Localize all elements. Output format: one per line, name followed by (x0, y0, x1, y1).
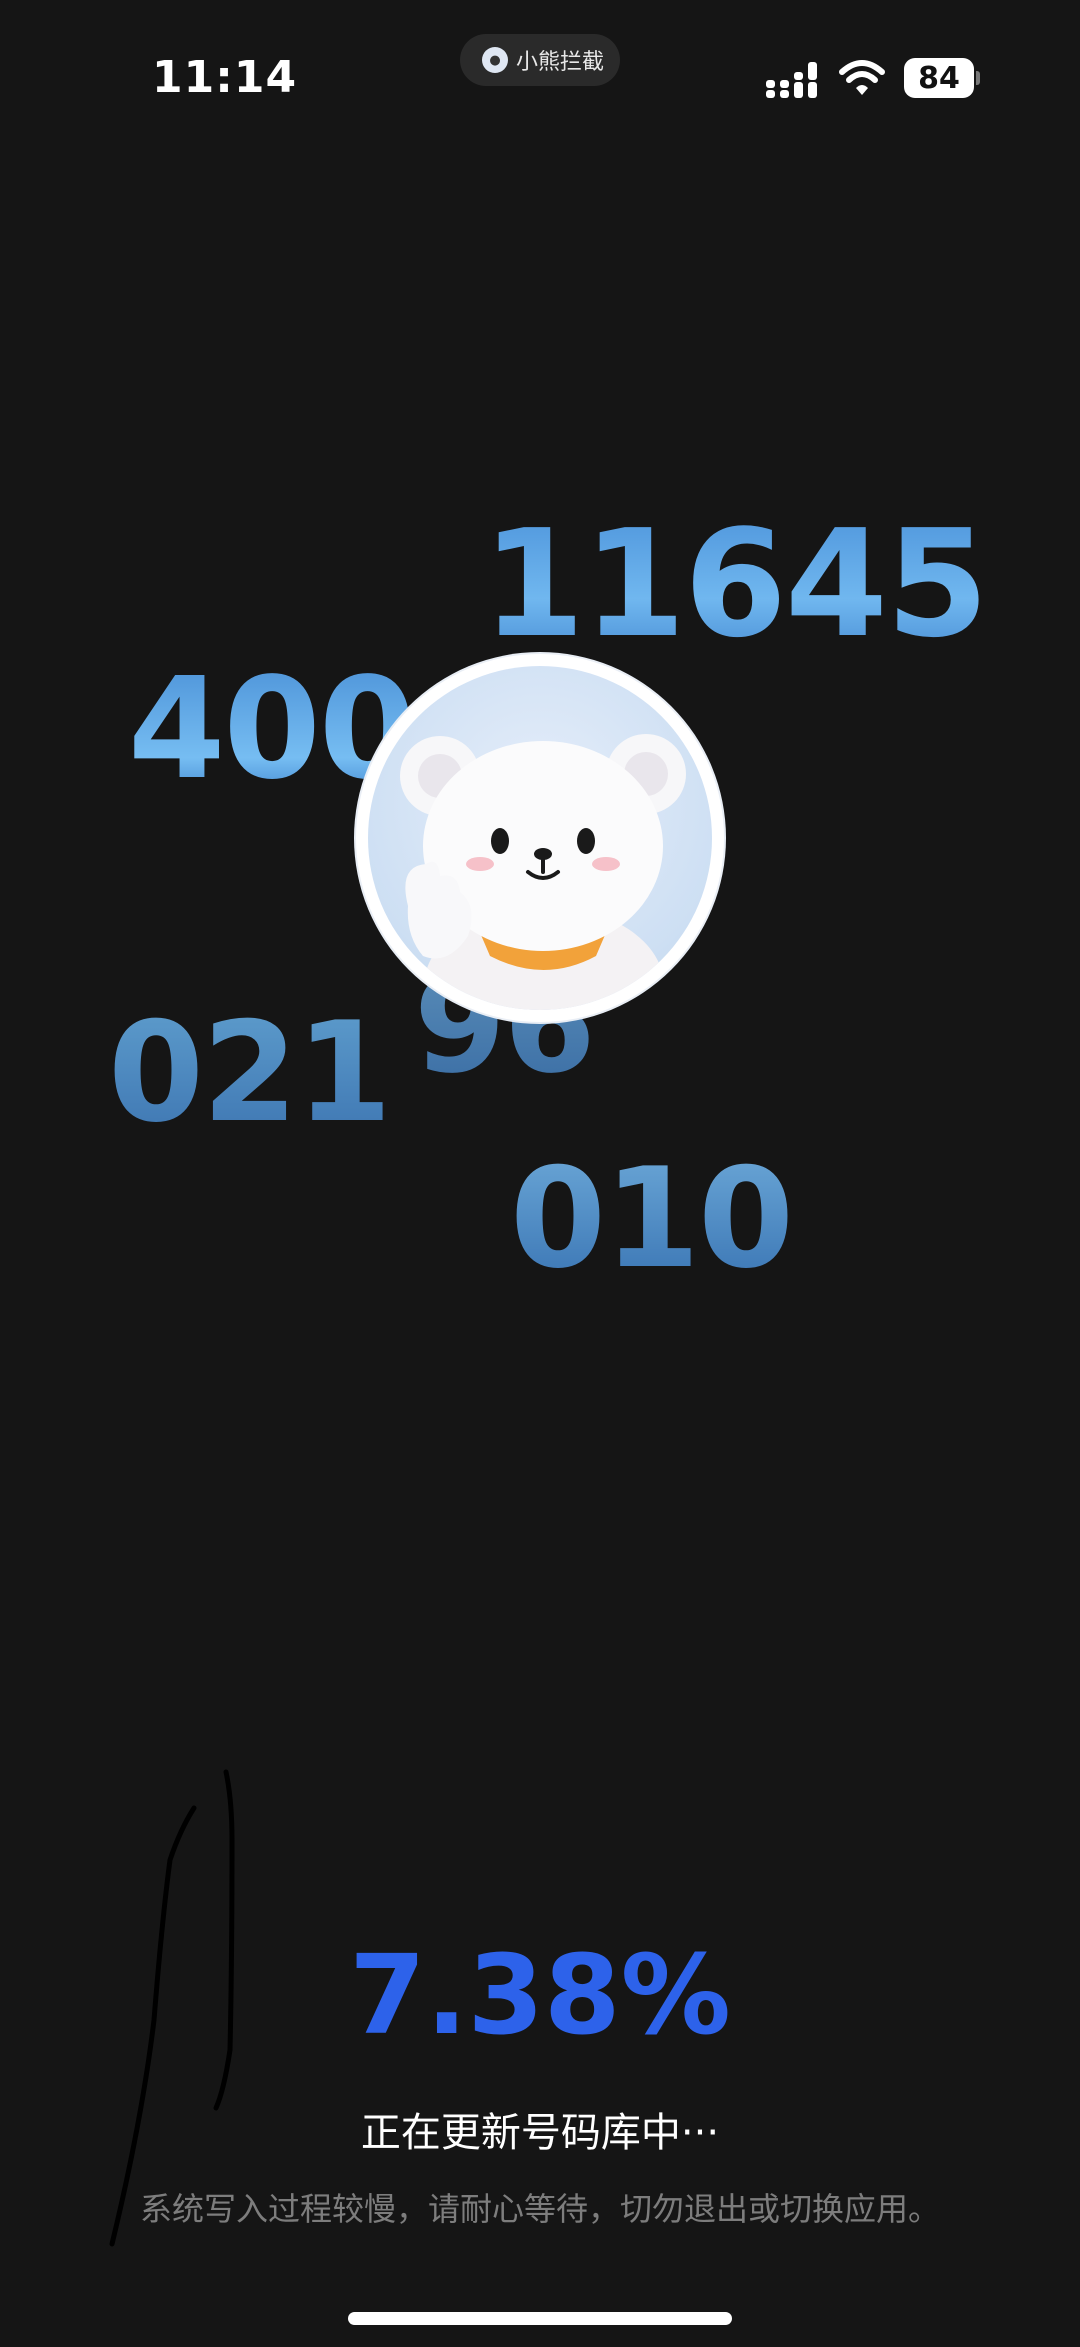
progress-title: 正在更新号码库中··· (360, 2110, 720, 2156)
bear-mascot (400, 734, 686, 1010)
app-indicator-pill[interactable]: ● 小熊拦截 (460, 34, 620, 86)
progress-percent: 7.38% (349, 1931, 731, 2059)
status-time: 11:14 (152, 52, 298, 103)
status-bar: 11:14 ● 小熊拦截 84 (0, 0, 1080, 150)
floating-number: 11645 (482, 498, 989, 670)
mascot-avatar (356, 654, 724, 1022)
battery-tip (976, 71, 980, 85)
home-indicator[interactable] (348, 2312, 732, 2325)
floating-number: 021 (108, 992, 392, 1153)
floating-number: 010 (510, 1138, 794, 1299)
mascot-background (368, 666, 712, 1010)
app-indicator-label: 小熊拦截 (516, 50, 605, 75)
battery-level: 84 (904, 58, 974, 98)
wifi-icon (839, 60, 885, 95)
signal-icon (766, 62, 817, 98)
progress-subtitle: 系统写入过程较慢，请耐心等待，切勿退出或切换应用。 (139, 2190, 940, 2228)
battery-icon: 84 (904, 58, 980, 98)
bear-app-icon: ● (482, 47, 508, 73)
